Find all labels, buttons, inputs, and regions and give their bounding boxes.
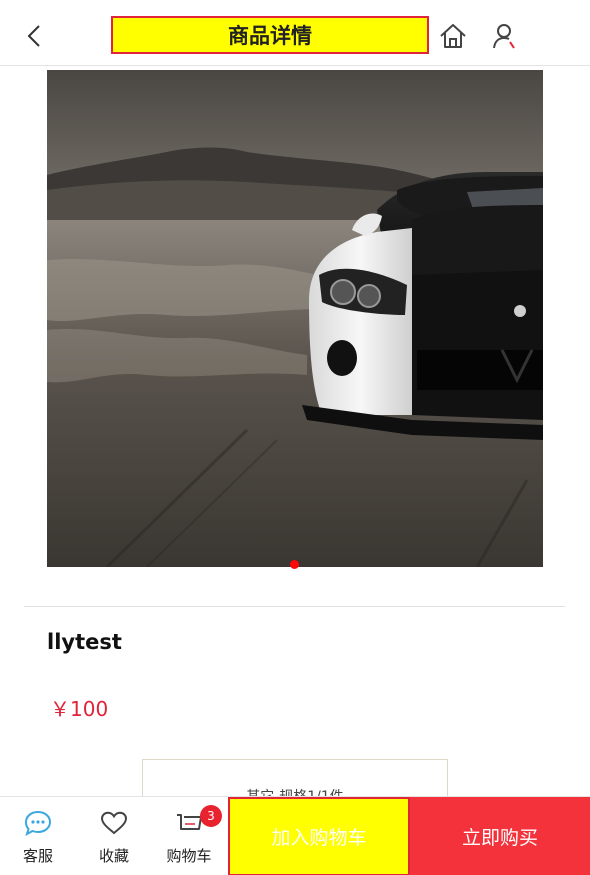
favorite-button[interactable]: 收藏	[76, 797, 152, 875]
chevron-left-icon	[27, 25, 40, 47]
back-button[interactable]	[20, 20, 48, 52]
divider	[24, 606, 565, 607]
home-icon	[440, 24, 466, 48]
favorite-label: 收藏	[98, 847, 129, 865]
cart-count-badge: 3	[200, 805, 222, 827]
bottom-action-bar: 客服 收藏 购物车 3 加入购物车 立即购买	[0, 796, 590, 875]
chat-icon	[23, 809, 53, 837]
home-button[interactable]	[437, 20, 469, 52]
service-label: 客服	[22, 847, 53, 865]
product-name: llytest	[47, 630, 122, 654]
product-price: ￥100	[50, 697, 109, 721]
header-bar: 商品详情	[0, 0, 590, 66]
buy-now-button[interactable]: 立即购买	[410, 797, 590, 875]
product-photo	[47, 70, 543, 567]
heart-icon	[99, 809, 129, 837]
page-title: 商品详情	[111, 16, 429, 54]
product-image[interactable]	[47, 70, 543, 567]
service-button[interactable]: 客服	[0, 797, 76, 875]
user-icon	[493, 24, 515, 49]
cart-label: 购物车	[166, 847, 212, 865]
add-to-cart-button[interactable]: 加入购物车	[228, 797, 410, 875]
user-button[interactable]	[488, 20, 520, 52]
carousel-dot-active[interactable]	[290, 560, 299, 569]
